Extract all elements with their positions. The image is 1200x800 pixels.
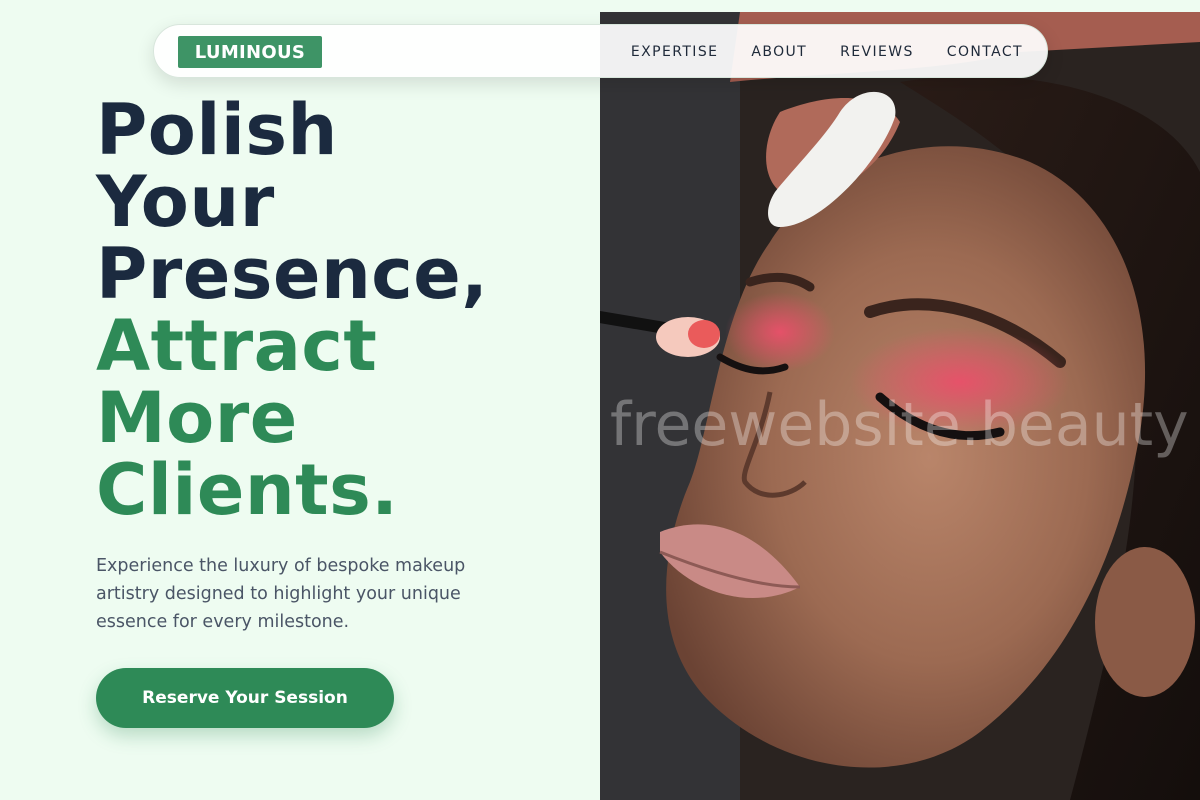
headline-line-2: Your xyxy=(96,161,275,243)
nav-link-contact[interactable]: CONTACT xyxy=(947,44,1023,60)
headline-line-5: More xyxy=(96,377,298,459)
nav-links: EXPERTISE ABOUT REVIEWS CONTACT xyxy=(631,25,1023,79)
watermark-text: freewebsite.beauty xyxy=(610,390,1189,460)
hero-subtext: Experience the luxury of bespoke makeup … xyxy=(96,556,466,632)
nav-link-about[interactable]: ABOUT xyxy=(751,44,807,60)
headline-line-3: Presence, xyxy=(96,233,489,315)
nav-link-reviews[interactable]: REVIEWS xyxy=(840,44,914,60)
headline-line-4: Attract xyxy=(96,305,378,387)
landing-page: freewebsite.beauty LUMINOUS EXPERTISE AB… xyxy=(0,0,1200,800)
top-navbar: LUMINOUS EXPERTISE ABOUT REVIEWS CONTACT xyxy=(153,24,1048,78)
nav-link-expertise[interactable]: EXPERTISE xyxy=(631,44,718,60)
hero-makeup-photo: freewebsite.beauty xyxy=(600,12,1200,800)
headline-line-1: Polish xyxy=(96,89,338,171)
hero-headline: Polish Your Presence, Attract More Clien… xyxy=(96,94,596,526)
reserve-session-button[interactable]: Reserve Your Session xyxy=(96,668,394,728)
headline-line-6: Clients. xyxy=(96,449,399,531)
brand-logo[interactable]: LUMINOUS xyxy=(178,36,322,68)
